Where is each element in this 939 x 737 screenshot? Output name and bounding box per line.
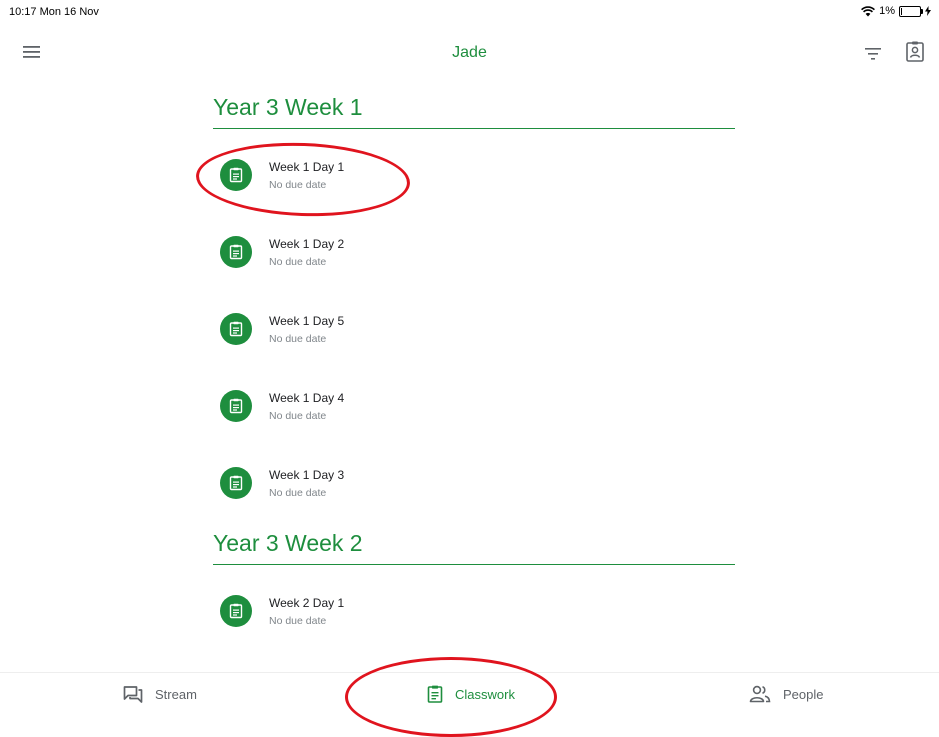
assignment-due-date: No due date xyxy=(269,333,327,345)
nav-stream[interactable]: Stream xyxy=(123,685,197,703)
class-title: Jade xyxy=(452,44,487,61)
app-bar: Jade xyxy=(0,30,939,76)
nav-classwork[interactable]: Classwork xyxy=(427,685,515,703)
assignment-item[interactable]: Week 2 Day 1 No due date xyxy=(213,565,735,642)
status-bar: 10:17 Mon 16 Nov 1% xyxy=(0,0,939,26)
classwork-icon xyxy=(427,685,443,703)
assignment-item[interactable]: Week 1 Day 3 No due date xyxy=(213,437,735,514)
topic-title: Year 3 Week 2 xyxy=(213,514,735,565)
assignment-due-date: No due date xyxy=(269,615,327,627)
assignment-item[interactable]: Week 1 Day 4 No due date xyxy=(213,360,735,437)
topic-section: Year 3 Week 1 Week 1 Day 1 No due date W… xyxy=(213,78,735,514)
filter-icon[interactable] xyxy=(862,43,884,63)
topic-title: Year 3 Week 1 xyxy=(213,78,735,129)
nav-people[interactable]: People xyxy=(749,685,823,703)
assignment-title: Week 2 Day 1 xyxy=(269,596,345,610)
assignment-title: Week 1 Day 2 xyxy=(269,237,345,251)
assignment-icon xyxy=(220,313,252,345)
assignment-icon xyxy=(220,595,252,627)
battery-percent: 1% xyxy=(879,5,895,17)
classwork-list: Year 3 Week 1 Week 1 Day 1 No due date W… xyxy=(213,78,735,642)
battery-icon xyxy=(899,5,923,17)
assignment-item[interactable]: Week 1 Day 1 No due date xyxy=(213,129,735,206)
assignment-title: Week 1 Day 4 xyxy=(269,391,345,405)
battery-level xyxy=(901,7,902,15)
assignment-due-date: No due date xyxy=(269,256,327,268)
bottom-navigation: Stream Classwork People xyxy=(0,672,939,730)
nav-people-label: People xyxy=(783,686,824,702)
status-indicators: 1% xyxy=(861,5,931,17)
assignment-icon xyxy=(220,159,252,191)
assignment-icon xyxy=(220,236,252,268)
stream-icon xyxy=(123,686,143,703)
nav-stream-label: Stream xyxy=(155,686,197,702)
portfolio-icon[interactable] xyxy=(904,40,926,64)
assignment-due-date: No due date xyxy=(269,410,327,422)
people-icon xyxy=(749,685,771,703)
nav-classwork-label: Classwork xyxy=(455,686,515,702)
assignment-item[interactable]: Week 1 Day 5 No due date xyxy=(213,283,735,360)
status-time: 10:17 Mon 16 Nov xyxy=(9,6,99,18)
assignment-title: Week 1 Day 5 xyxy=(269,314,345,328)
assignment-icon xyxy=(220,467,252,499)
wifi-icon xyxy=(861,5,876,16)
topic-section: Year 3 Week 2 Week 2 Day 1 No due date xyxy=(213,514,735,642)
assignment-icon xyxy=(220,390,252,422)
assignment-item[interactable]: Week 1 Day 2 No due date xyxy=(213,206,735,283)
assignment-due-date: No due date xyxy=(269,179,327,191)
assignment-title: Week 1 Day 3 xyxy=(269,468,345,482)
assignment-due-date: No due date xyxy=(269,487,327,499)
assignment-title: Week 1 Day 1 xyxy=(269,160,345,174)
charging-icon xyxy=(925,6,931,16)
